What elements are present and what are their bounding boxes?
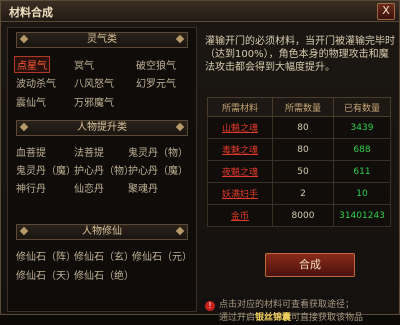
info-icon: !: [205, 301, 215, 311]
title-bar: 材料合成 X: [1, 1, 399, 22]
item-pokong-langqi[interactable]: 破空狼气: [136, 57, 176, 72]
section-header-lingqi[interactable]: 灵气类: [16, 32, 188, 48]
required-count: 80: [272, 116, 334, 139]
hint-line-1: 点击对应的材料可查看获取途径；: [219, 300, 355, 310]
close-button[interactable]: X: [377, 3, 395, 20]
owned-count: 688: [333, 138, 391, 161]
item-juhun-dan[interactable]: 聚魂丹: [128, 180, 158, 195]
item-xiuxianshi-zhen[interactable]: 修仙石（阵）: [16, 248, 76, 263]
diamond-icon: [175, 34, 185, 44]
item-xiuxianshi-jue[interactable]: 修仙石（绝）: [74, 267, 134, 282]
diamond-icon: [175, 226, 185, 236]
item-description: 灌输开门的必须材料，当开门被灌输完毕时（达到100%），角色本身的物理攻击和魔法…: [205, 36, 395, 73]
column-header: 所需材料: [207, 97, 273, 117]
item-guiling-dan-wu[interactable]: 鬼灵丹（物）: [128, 144, 188, 159]
item-shenxing-dan[interactable]: 神行丹: [16, 180, 46, 195]
detail-panel: 灌输开门的必须材料，当开门被灌输完毕时（达到100%），角色本身的物理攻击和魔法…: [201, 27, 395, 323]
item-huxin-dan-mo[interactable]: 护心丹（魔）: [128, 162, 188, 177]
diamond-icon: [19, 122, 29, 132]
column-header: 所需数量: [272, 97, 334, 117]
item-dianxing-qi[interactable]: 点星气: [14, 56, 50, 73]
item-fa-puti[interactable]: 法菩提: [74, 144, 104, 159]
item-bodong-shaqi[interactable]: 波动杀气: [16, 75, 56, 90]
item-bafeng-nuqi[interactable]: 八风怒气: [74, 75, 114, 90]
owned-count: 10: [333, 182, 391, 205]
item-huanluo-yuanqi[interactable]: 幻罗元气: [136, 75, 176, 90]
table-header-row: 所需材料 所需数量 已有数量: [207, 97, 391, 117]
materials-table: 所需材料 所需数量 已有数量 山魈之魂 80 3439 毒魅之魂 80 688 …: [207, 97, 391, 227]
column-header: 已有数量: [333, 97, 391, 117]
item-wanxie-moqi[interactable]: 万邪魔气: [74, 94, 114, 109]
material-link[interactable]: 金币: [231, 212, 249, 222]
item-xianlian-dan[interactable]: 仙恋丹: [74, 180, 104, 195]
table-row: 金币 8000 31401243: [207, 204, 391, 227]
synthesis-window: 材料合成 X 灵气类 点星气 冥气 破空狼气 波动杀气 八风怒气 幻罗元气 震仙…: [0, 0, 400, 323]
section-title: 人物提升类: [77, 122, 127, 133]
required-count: 2: [272, 182, 334, 205]
diamond-icon: [19, 34, 29, 44]
required-count: 50: [272, 160, 334, 183]
material-link[interactable]: 山魈之魂: [222, 124, 258, 134]
item-guiling-dan-mo[interactable]: 鬼灵丹（魔）: [16, 162, 76, 177]
item-xue-puti[interactable]: 血菩提: [16, 144, 46, 159]
category-panel: 灵气类 点星气 冥气 破空狼气 波动杀气 八风怒气 幻罗元气 震仙气 万邪魔气 …: [7, 27, 197, 312]
table-row: 妖满妇手 2 10: [207, 182, 391, 205]
item-xiuxianshi-xuan[interactable]: 修仙石（玄）: [74, 248, 134, 263]
material-link[interactable]: 毒魅之魂: [222, 146, 258, 156]
item-ming-qi[interactable]: 冥气: [74, 57, 94, 72]
hint-text: 点击对应的材料可查看获取途径； 通过开启银丝锦囊可直接获取该物品: [219, 299, 397, 325]
table-row: 毒魅之魂 80 688: [207, 138, 391, 161]
material-link[interactable]: 夜魈之魂: [222, 168, 258, 178]
table-row: 山魈之魂 80 3439: [207, 116, 391, 139]
material-link[interactable]: 妖满妇手: [222, 190, 258, 200]
item-zhenxian-qi[interactable]: 震仙气: [16, 94, 46, 109]
required-count: 8000: [272, 204, 334, 227]
owned-count: 611: [333, 160, 391, 183]
item-xiuxianshi-tian[interactable]: 修仙石（天）: [16, 267, 76, 282]
diamond-icon: [19, 226, 29, 236]
owned-count: 31401243: [333, 204, 391, 227]
required-count: 80: [272, 138, 334, 161]
synthesize-button[interactable]: 合成: [265, 253, 355, 277]
table-row: 夜魈之魂 50 611: [207, 160, 391, 183]
diamond-icon: [175, 122, 185, 132]
section-title: 灵气类: [87, 34, 117, 45]
section-title: 人物修仙: [82, 226, 122, 237]
owned-count: 3439: [333, 116, 391, 139]
section-header-renwu-tisheng[interactable]: 人物提升类: [16, 120, 188, 136]
item-huxin-dan-wu[interactable]: 护心丹（物）: [74, 162, 134, 177]
window-title: 材料合成: [9, 6, 53, 19]
section-header-renwu-xiuxian[interactable]: 人物修仙: [16, 224, 188, 240]
hint-line-2: 通过开启银丝锦囊可直接获取该物品: [219, 312, 397, 325]
item-xiuxianshi-yuan[interactable]: 修仙石（元）: [132, 248, 192, 263]
